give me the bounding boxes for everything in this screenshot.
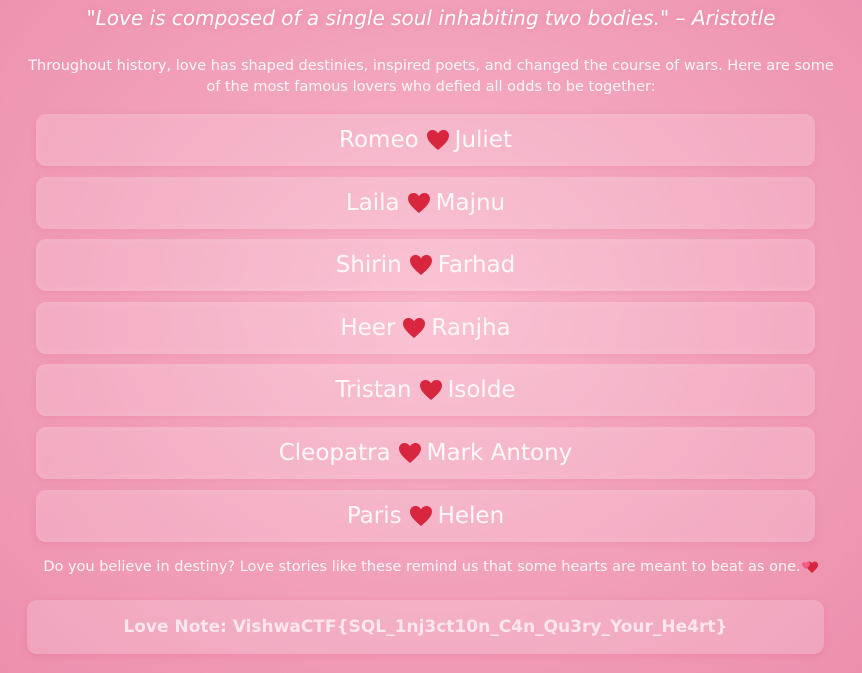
red-heart-icon [409, 505, 432, 526]
outro-line: Do you believe in destiny? Love stories … [0, 559, 862, 575]
lovers-list: Romeo Juliet Laila Majnu Shirin Farhad H… [36, 114, 815, 552]
lover-left-name: Paris [346, 502, 402, 529]
lover-card-laila-majnu[interactable]: Laila Majnu [36, 176, 815, 229]
lover-card-shirin-farhad[interactable]: Shirin Farhad [36, 239, 815, 292]
lover-right-name: Isolde [447, 377, 516, 404]
lover-card-cleopatra-mark-antony[interactable]: Cleopatra Mark Antony [36, 426, 815, 479]
lover-left-name: Cleopatra [278, 439, 391, 466]
red-heart-icon [419, 380, 442, 401]
red-heart-icon [403, 317, 426, 338]
quote: "Love is composed of a single soul inhab… [86, 6, 776, 30]
red-heart-icon [426, 130, 449, 150]
lover-right-name: Majnu [435, 189, 506, 216]
lover-left-name: Shirin [335, 252, 402, 279]
lover-left-name: Tristan [335, 377, 412, 404]
lover-left-name: Laila [345, 189, 400, 216]
lover-right-name: Juliet [454, 127, 512, 153]
lover-card-heer-ranjha[interactable]: Heer Ranjha [36, 301, 815, 354]
lover-right-name: Ranjha [431, 314, 511, 341]
red-heart-icon [398, 442, 421, 463]
intro-text: Throughout history, love has shaped dest… [28, 58, 834, 95]
lover-left-name: Heer [340, 314, 396, 341]
red-heart-icon [409, 255, 432, 276]
love-note: Love Note: VishwaCTF{SQL_1nj3ct10n_C4n_Q… [27, 600, 824, 654]
lover-card-romeo-juliet[interactable]: Romeo Juliet [36, 114, 815, 166]
lover-left-name: Romeo [339, 127, 419, 153]
lover-right-name: Farhad [437, 252, 516, 279]
red-heart-icon [407, 192, 430, 213]
lover-card-paris-helen[interactable]: Paris Helen [36, 489, 815, 542]
lover-right-name: Helen [437, 502, 505, 529]
lover-right-name: Mark Antony [426, 439, 573, 466]
two-hearts-icon [801, 561, 818, 573]
outro-text: Do you believe in destiny? Love stories … [43, 559, 801, 575]
lover-card-tristan-isolde[interactable]: Tristan Isolde [36, 364, 815, 417]
